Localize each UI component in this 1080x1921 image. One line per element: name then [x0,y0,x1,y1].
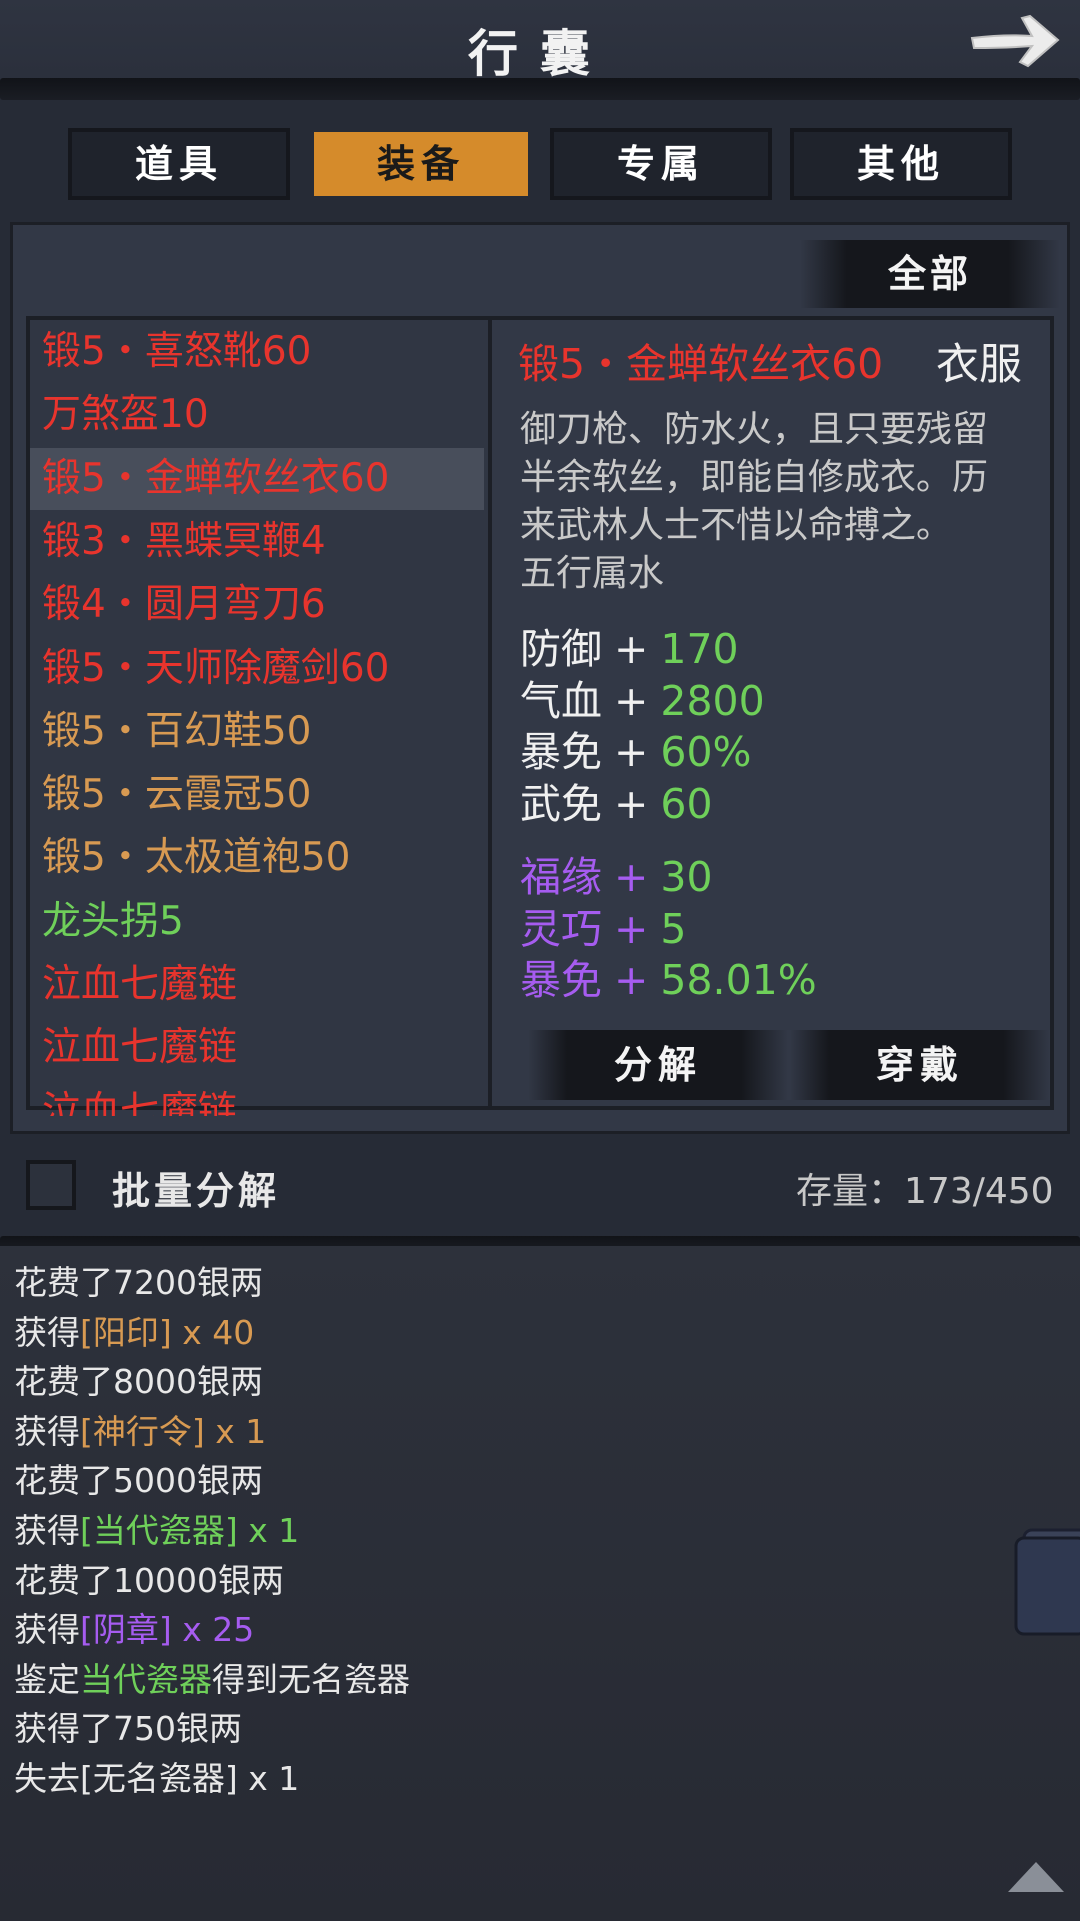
stat-value: 30 [660,853,713,901]
log-line: 获得了750银两 [14,1704,242,1754]
list-item[interactable]: 锻5・天师除魔剑60 [42,639,389,699]
log-segment: x 40 [171,1312,255,1352]
decompose-button[interactable]: 分解 [528,1030,788,1100]
up-triangle-icon[interactable] [1004,1856,1068,1896]
tab-other[interactable]: 其他 [790,128,1012,200]
filter-all-button[interactable]: 全部 [800,240,1060,308]
log-line: 获得[阳印] x 40 [14,1308,254,1358]
page-title: 行囊 [468,24,612,83]
list-item[interactable]: 锻5・金蝉软丝衣60 [42,449,389,509]
log-line: 花费了10000银两 [14,1556,284,1606]
log-line: 失去[无名瓷器] x 1 [14,1754,299,1804]
batch-decompose-label: 批量分解 [112,1168,281,1213]
stat-value: 170 [660,625,739,673]
storage-label: 存量： [796,1171,905,1212]
stat-row: 武免 +60 [520,779,713,829]
card-deck-icon[interactable] [1010,1520,1080,1640]
log-segment: 获得了750银两 [14,1709,242,1749]
log-line: 获得[阴章] x 25 [14,1605,254,1655]
stat-row: 灵巧 +5 [520,904,686,954]
log-segment: 花费了8000银两 [14,1362,263,1402]
log-segment: 当代瓷器 [80,1659,212,1699]
list-item[interactable]: 泣血七魔链 [42,955,237,1015]
list-item[interactable]: 锻5・太极道袍50 [42,828,350,888]
stat-plus: + [614,779,649,828]
stat-row: 防御 +170 [520,624,739,674]
list-item[interactable]: 锻5・百幻鞋50 [42,702,311,762]
log-segment: x 1 [204,1411,267,1451]
stat-row: 暴免 +58.01% [520,955,817,1005]
log-segment: 花费了7200银两 [14,1263,263,1302]
log-line: 获得[当代瓷器] x 1 [14,1506,299,1556]
tab-items[interactable]: 道具 [68,128,290,200]
list-item[interactable]: 龙头拐5 [42,892,184,952]
right-arrow-icon[interactable] [966,8,1062,72]
stat-label: 灵巧 [520,904,602,953]
stat-label: 防御 [520,625,602,673]
list-item[interactable]: 锻5・喜怒靴60 [42,322,311,382]
detail-description-line-1: 御刀枪、防水火，且只要残留 [520,409,989,450]
stat-label: 福缘 [520,853,602,901]
log-line: 花费了7200银两 [14,1258,263,1308]
list-item[interactable]: 万煞盔10 [42,385,209,445]
stat-row: 暴免 +60% [520,727,752,777]
stat-value: 5 [660,904,687,953]
stat-label: 暴免 [520,956,602,1004]
detail-description-line-3: 来武林人士不惜以命搏之。 [520,505,953,546]
list-item[interactable]: 锻5・云霞冠50 [42,765,311,825]
log-segment: 获得 [14,1610,80,1650]
log-segment: 获得 [14,1411,80,1451]
stat-row: 福缘 +30 [520,852,713,902]
stat-label: 暴免 [520,728,602,776]
stat-value: 60 [660,779,713,828]
stat-value: 2800 [660,676,765,725]
tab-equipment[interactable]: 装备 [310,128,532,200]
stat-plus: + [614,956,649,1004]
stat-value: 60% [660,728,752,776]
list-item[interactable]: 锻4・圆月弯刀6 [42,575,326,635]
log-segment: x 1 [237,1759,300,1798]
log-segment: 鉴定 [14,1659,80,1699]
stat-plus: + [614,625,649,673]
batch-decompose-checkbox[interactable] [26,1160,76,1210]
detail-item-name: 锻5・金蝉软丝衣60 [518,340,884,388]
log-segment: x 1 [237,1511,300,1550]
stat-label: 气血 [520,676,602,725]
log-segment: 花费了5000银两 [14,1461,263,1501]
equip-button[interactable]: 穿戴 [790,1030,1050,1100]
stat-plus: + [614,676,649,725]
list-item[interactable]: 锻3・黑蝶冥鞭4 [42,512,326,572]
storage-value: 173/450 [904,1171,1054,1212]
log-segment: 花费了10000银两 [14,1560,284,1600]
stat-label: 武免 [520,779,602,828]
log-line: 花费了5000银两 [14,1456,263,1506]
tab-exclusive[interactable]: 专属 [550,128,772,200]
stat-plus: + [614,728,649,776]
detail-description-line-4: 五行属水 [520,553,665,594]
log-segment: x 25 [171,1610,255,1650]
detail-item-type: 衣服 [936,340,1022,390]
log-segment: [神行令] [80,1411,205,1451]
log-line: 获得[神行令] x 1 [14,1407,266,1457]
log-segment: [阳印] [80,1312,172,1352]
log-segment: 失去 [14,1759,80,1798]
log-segment: 得到无名瓷器 [212,1659,410,1699]
stat-row: 气血 +2800 [520,676,765,726]
list-item[interactable]: 泣血七魔链 [42,1082,237,1116]
stat-plus: + [614,904,649,953]
log-segment: [当代瓷器] [80,1511,238,1550]
log-line: 花费了8000银两 [14,1357,263,1407]
stat-plus: + [614,853,649,901]
log-segment: 获得 [14,1312,80,1352]
stat-value: 58.01% [660,956,817,1004]
detail-description-line-2: 半余软丝，即能自修成衣。历 [520,457,989,498]
list-item[interactable]: 泣血七魔链 [42,1018,237,1078]
header-divider [0,78,1080,100]
log-segment: [阴章] [80,1610,172,1650]
log-segment: 获得 [14,1511,80,1550]
log-line: 鉴定当代瓷器得到无名瓷器 [14,1655,410,1705]
log-segment: [无名瓷器] [80,1759,238,1798]
